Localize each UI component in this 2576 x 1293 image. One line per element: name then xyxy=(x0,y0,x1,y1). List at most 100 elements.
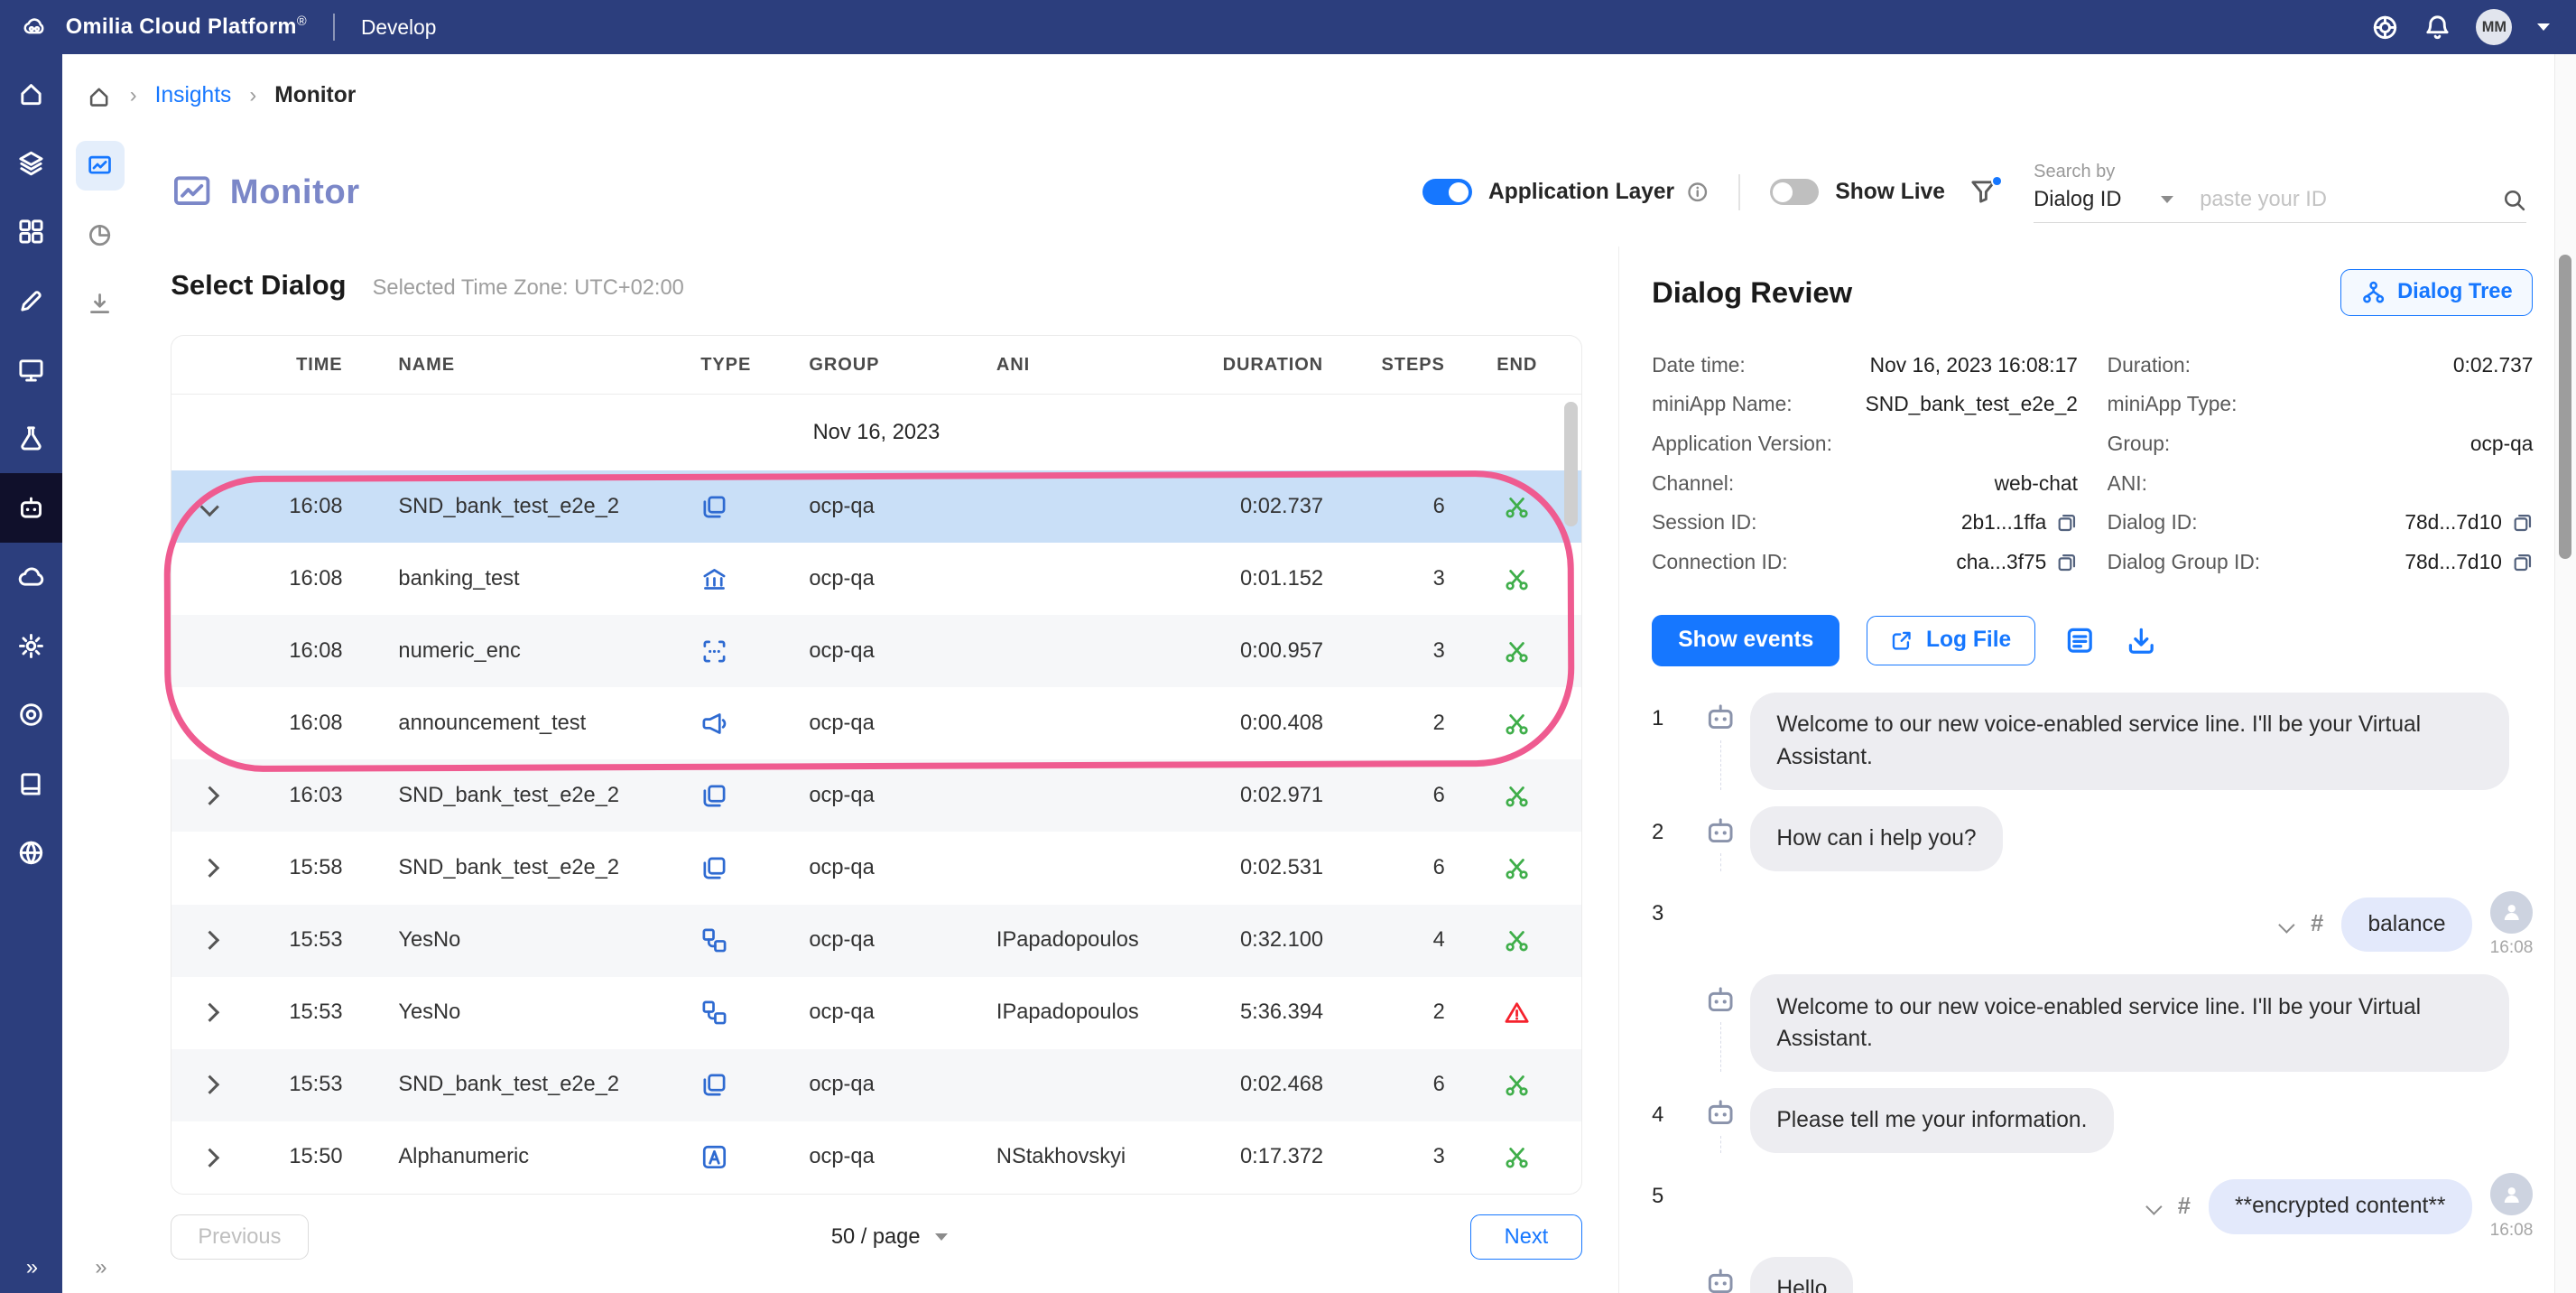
step-number: 3 xyxy=(1652,888,1691,1072)
avatar-caret-icon[interactable] xyxy=(2537,23,2550,31)
table-row[interactable]: 15:53 SND_bank_test_e2e_2 ocp-qa 0:02.46… xyxy=(171,1049,1580,1121)
chevron-right-icon[interactable] xyxy=(200,1149,219,1167)
monitor-icon xyxy=(17,356,45,384)
table-row[interactable]: 16:03 SND_bank_test_e2e_2 ocp-qa 0:02.97… xyxy=(171,759,1580,832)
application-layer-toggle[interactable] xyxy=(1422,179,1472,205)
user-message-bubble[interactable]: balance xyxy=(2341,898,2471,953)
user-avatar xyxy=(2490,891,2533,934)
show-live-toggle[interactable] xyxy=(1770,179,1820,205)
col-name: NAME xyxy=(356,355,652,376)
home-icon xyxy=(17,79,45,107)
filter-funnel-button[interactable] xyxy=(1969,178,1997,206)
sidebar-item-deploy[interactable] xyxy=(0,543,62,611)
topbar-divider xyxy=(333,14,335,40)
search-icon[interactable] xyxy=(2502,188,2526,212)
numeric-type-icon xyxy=(700,637,728,665)
sidebar-item-design[interactable] xyxy=(0,266,62,335)
breadcrumb-link-insights[interactable]: Insights xyxy=(155,83,232,108)
expand-subrail-chevrons-icon[interactable]: » xyxy=(62,1256,138,1280)
chevron-down-icon[interactable] xyxy=(200,498,219,516)
subrail-item-monitor[interactable] xyxy=(76,141,125,191)
download-events-icon-button[interactable] xyxy=(2126,625,2157,656)
page-scrollbar-thumb[interactable] xyxy=(2559,255,2572,559)
avatar[interactable]: MM xyxy=(2476,9,2512,45)
sidebar-item-insights[interactable] xyxy=(0,473,62,542)
info-icon[interactable] xyxy=(1686,181,1709,203)
breadcrumb: › Insights › Monitor xyxy=(62,54,2576,138)
collapse-message-icon[interactable] xyxy=(2279,916,2295,933)
table-row[interactable]: 15:53 YesNo ocp-qa IPapadopoulos 0:32.10… xyxy=(171,905,1580,977)
bot-message-bubble[interactable]: How can i help you? xyxy=(1750,806,2002,871)
help-ring-icon[interactable] xyxy=(2371,14,2399,42)
chevron-right-icon[interactable] xyxy=(200,931,219,950)
bot-message-bubble[interactable]: Please tell me your information. xyxy=(1750,1088,2113,1153)
user-message-bubble[interactable]: **encrypted content** xyxy=(2209,1179,2472,1234)
bot-avatar-icon xyxy=(1704,701,1737,733)
table-row[interactable]: 16:08 banking_test ocp-qa 0:01.152 3 xyxy=(171,543,1580,615)
page-size-select[interactable]: 50 / page xyxy=(831,1225,948,1250)
bot-message-bubble[interactable]: Welcome to our new voice-enabled service… xyxy=(1750,693,2509,790)
chevron-right-icon[interactable] xyxy=(200,1075,219,1094)
search-by-select[interactable]: Dialog ID xyxy=(2034,188,2173,212)
transcript-icon-button[interactable] xyxy=(2064,625,2096,656)
sidebar-item-home[interactable] xyxy=(0,60,62,128)
sidebar-item-monitor[interactable] xyxy=(0,335,62,404)
dialog-review-title: Dialog Review xyxy=(1652,275,1852,310)
page-scrollbar[interactable] xyxy=(2554,54,2576,1293)
log-file-button[interactable]: Log File xyxy=(1867,616,2035,665)
chat-step: 5 # **encrypted content** xyxy=(1652,1169,2533,1293)
chevron-right-icon[interactable] xyxy=(200,859,219,878)
message-timestamp: 16:08 xyxy=(2490,1221,2534,1241)
hash-icon[interactable]: # xyxy=(2311,911,2323,937)
table-scrollbar-thumb[interactable] xyxy=(1564,402,1578,526)
registered-mark: ® xyxy=(297,14,307,29)
sidebar-item-miniapps[interactable] xyxy=(0,128,62,197)
chevron-right-icon[interactable] xyxy=(200,1003,219,1022)
topbar-section-develop[interactable]: Develop xyxy=(361,15,436,40)
brand-title: Omilia Cloud Platform® xyxy=(66,14,307,40)
bot-message-bubble[interactable]: Welcome to our new voice-enabled service… xyxy=(1750,974,2509,1072)
next-button[interactable]: Next xyxy=(1470,1214,1581,1260)
sidebar-item-testing[interactable] xyxy=(0,405,62,473)
table-row[interactable]: 15:53 YesNo ocp-qa IPapadopoulos 5:36.39… xyxy=(171,977,1580,1049)
subrail-item-reports[interactable] xyxy=(76,210,125,260)
chevron-right-icon[interactable] xyxy=(200,786,219,805)
sidebar-item-docs[interactable] xyxy=(0,749,62,818)
hash-icon[interactable]: # xyxy=(2178,1194,2191,1220)
previous-button[interactable]: Previous xyxy=(171,1214,308,1260)
session-id-value: 2b1...1ffa xyxy=(1961,510,2046,535)
table-header-row: TIME NAME TYPE GROUP ANI DURATION STEPS … xyxy=(171,336,1580,395)
sidebar-item-services[interactable] xyxy=(0,680,62,749)
table-row[interactable]: 16:08 SND_bank_test_e2e_2 ocp-qa 0:02.73… xyxy=(171,470,1580,543)
pencil-icon xyxy=(17,287,45,315)
search-input[interactable] xyxy=(2200,188,2502,212)
subrail-item-export[interactable] xyxy=(76,279,125,329)
table-row[interactable]: 15:58 SND_bank_test_e2e_2 ocp-qa 0:02.53… xyxy=(171,832,1580,904)
copy-icon[interactable] xyxy=(2512,512,2534,534)
notifications-bell-icon[interactable] xyxy=(2423,14,2451,42)
copy-icon[interactable] xyxy=(2512,552,2534,573)
step-number: 2 xyxy=(1652,806,1691,871)
sidebar-item-settings[interactable] xyxy=(0,611,62,680)
expand-rail-chevrons-icon[interactable]: » xyxy=(0,1256,62,1280)
table-row[interactable]: 16:08 announcement_test ocp-qa 0:00.408 … xyxy=(171,687,1580,759)
breadcrumb-separator: › xyxy=(249,84,256,108)
chat-step: 1 Welcome to our new voice-enabled servi… xyxy=(1652,693,2533,790)
bot-icon xyxy=(17,494,45,522)
sidebar-item-apps[interactable] xyxy=(0,197,62,265)
grid-icon xyxy=(17,218,45,246)
copy-icon[interactable] xyxy=(2056,512,2078,534)
collapse-message-icon[interactable] xyxy=(2145,1198,2162,1214)
end-success-icon xyxy=(1504,927,1530,953)
table-row[interactable]: 15:50 Alphanumeric ocp-qa NStakhovskyi 0… xyxy=(171,1121,1580,1194)
show-events-button[interactable]: Show events xyxy=(1652,615,1839,666)
dialog-tree-button[interactable]: Dialog Tree xyxy=(2340,269,2533,315)
dialog-type-icon xyxy=(700,854,728,882)
breadcrumb-home-icon[interactable] xyxy=(87,84,111,108)
copy-icon[interactable] xyxy=(2056,552,2078,573)
bot-message-bubble[interactable]: Hello xyxy=(1750,1257,1853,1293)
table-row[interactable]: 16:08 numeric_enc ocp-qa 0:00.957 3 xyxy=(171,615,1580,687)
application-layer-label: Application Layer xyxy=(1488,180,1674,205)
sidebar-item-global[interactable] xyxy=(0,818,62,887)
insights-sub-rail: » xyxy=(62,138,138,1293)
